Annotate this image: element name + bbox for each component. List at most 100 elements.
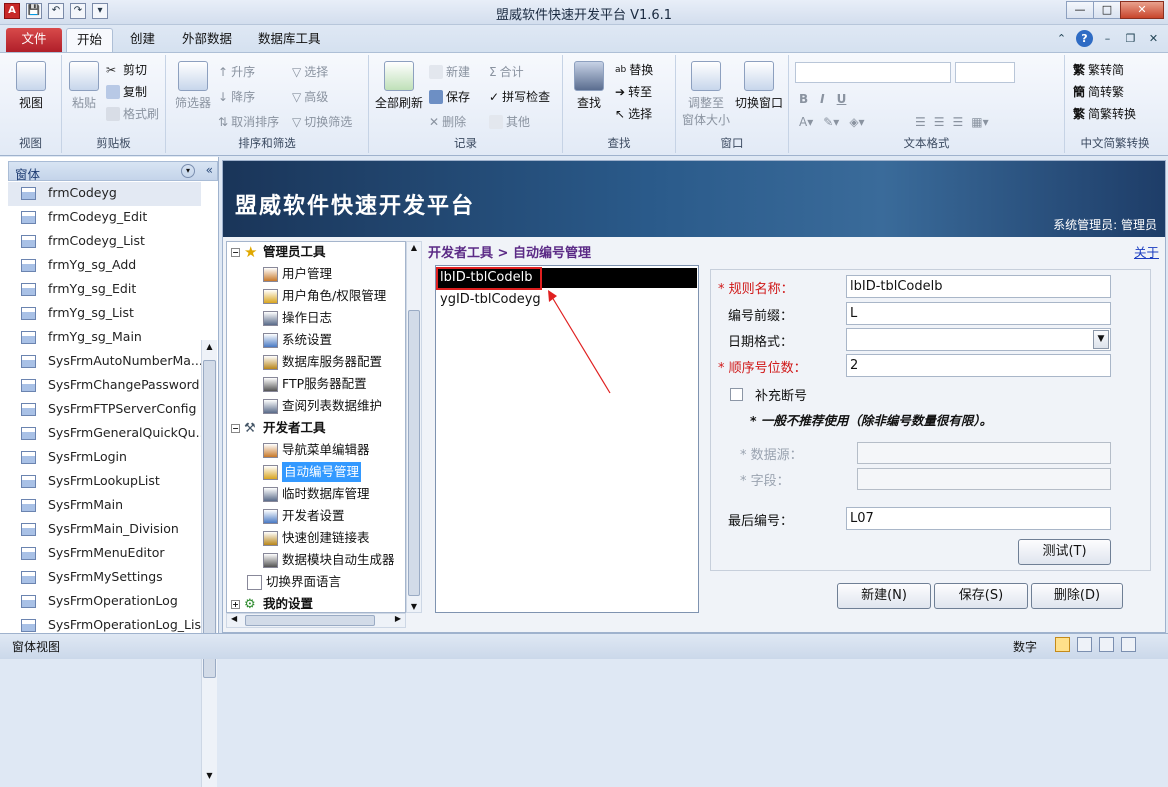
nav-item[interactable]: SysFrmMySettings <box>8 566 201 590</box>
tab-home[interactable]: 开始 <box>66 28 114 52</box>
filter-button[interactable]: 筛选器 <box>172 61 214 111</box>
form-view-icon[interactable] <box>1055 637 1070 652</box>
font-color-icon[interactable]: A▾ <box>799 115 813 129</box>
nav-item[interactable]: SysFrmMain <box>8 494 201 518</box>
rule-name-input[interactable]: lbID-tblCodelb <box>846 275 1111 298</box>
nav-item[interactable]: SysFrmChangePassword <box>8 374 201 398</box>
nav-item[interactable]: SysFrmAutoNumberMa... <box>8 350 203 374</box>
rule-list[interactable]: lbID-tblCodelb ygID-tblCodeyg <box>435 265 699 613</box>
minimize-button[interactable]: — <box>1066 1 1094 19</box>
test-button[interactable]: 测试(T) <box>1018 539 1111 565</box>
font-size-combo[interactable] <box>955 62 1015 83</box>
view-button[interactable]: 视图 <box>12 61 50 111</box>
new-button[interactable]: 新建(N) <box>837 583 931 609</box>
goto-button[interactable]: ➔ 转至 <box>615 83 652 100</box>
collapse-icon[interactable]: − <box>231 247 240 257</box>
fill-color-icon[interactable]: ◈▾ <box>849 115 864 129</box>
tree-item[interactable]: 用户管理 <box>263 264 332 284</box>
copy-button[interactable]: 复制 <box>106 83 147 100</box>
align-left-icon[interactable]: ☰ <box>915 115 926 129</box>
tree-item[interactable]: FTP服务器配置 <box>263 374 367 394</box>
delete-record-button[interactable]: ✕ 删除 <box>429 113 466 130</box>
fill-gaps-checkbox[interactable] <box>730 388 743 401</box>
sort-asc-button[interactable]: ↑ 升序 <box>218 63 255 80</box>
tree-scrollbar[interactable]: ▲ ▼ <box>406 241 422 613</box>
cut-button[interactable]: ✂ 剪切 <box>106 61 147 78</box>
tree-item-language[interactable]: 切换界面语言 <box>247 572 341 592</box>
s2t-button[interactable]: 簡简转繁 <box>1073 83 1124 100</box>
tree-group-admin[interactable]: − ★ 管理员工具 <box>231 242 326 262</box>
size-to-fit-button[interactable]: 调整至 窗体大小 <box>682 61 730 128</box>
tree-group-dev[interactable]: − ⚒ 开发者工具 <box>231 418 326 438</box>
layout-view-icon[interactable] <box>1099 637 1114 652</box>
doc-close-icon[interactable]: ✕ <box>1145 30 1162 47</box>
collapse-icon[interactable]: − <box>231 423 240 433</box>
maximize-button[interactable]: □ <box>1093 1 1121 19</box>
nav-item[interactable]: SysFrmMain_Division <box>8 518 201 542</box>
s2t-alt-button[interactable]: 繁简繁转换 <box>1073 105 1136 122</box>
align-center-icon[interactable]: ☰ <box>934 115 945 129</box>
t2s-button[interactable]: 繁繁转简 <box>1073 61 1124 78</box>
tree-item[interactable]: 用户角色/权限管理 <box>263 286 386 306</box>
more-records-button[interactable]: 其他 <box>489 113 530 130</box>
nav-item[interactable]: SysFrmLogin <box>8 446 201 470</box>
tree-item[interactable]: 自动编号管理 <box>263 462 362 482</box>
selection-button[interactable]: ▽ 选择 <box>292 63 328 80</box>
nav-menu-chevron-icon[interactable]: ▾ <box>181 164 195 178</box>
save-record-button[interactable]: 保存 <box>429 88 470 105</box>
new-record-button[interactable]: 新建 <box>429 63 470 80</box>
tab-database-tools[interactable]: 数据库工具 <box>248 28 331 52</box>
nav-item[interactable]: frmYg_sg_Add <box>8 254 201 278</box>
tab-create[interactable]: 创建 <box>120 28 165 52</box>
toggle-filter-button[interactable]: ▽ 切换筛选 <box>292 113 352 130</box>
underline-button[interactable]: U <box>837 92 847 106</box>
nav-scrollbar[interactable]: ▲ ▼ <box>201 340 217 787</box>
highlight-icon[interactable]: ✎▾ <box>823 115 839 129</box>
select-button[interactable]: ↖ 选择 <box>615 105 652 122</box>
design-view-icon[interactable] <box>1121 637 1136 652</box>
tab-external-data[interactable]: 外部数据 <box>172 28 242 52</box>
totals-button[interactable]: Σ 合计 <box>489 63 524 80</box>
last-number-input[interactable]: L07 <box>846 507 1111 530</box>
doc-minimize-icon[interactable]: – <box>1099 30 1116 47</box>
tree-item[interactable]: 临时数据库管理 <box>263 484 370 504</box>
tree-item[interactable]: 查阅列表数据维护 <box>263 396 382 416</box>
collapse-nav-icon[interactable]: « <box>206 163 213 177</box>
tree-item[interactable]: 系统设置 <box>263 330 332 350</box>
datasheet-view-icon[interactable] <box>1077 637 1092 652</box>
nav-item[interactable]: frmYg_sg_Edit <box>8 278 201 302</box>
paste-button[interactable]: 粘贴 <box>66 61 102 111</box>
tree-item[interactable]: 开发者设置 <box>263 506 345 526</box>
refresh-all-button[interactable]: 全部刷新 <box>373 61 425 111</box>
switch-windows-button[interactable]: 切换窗口 <box>732 61 786 111</box>
doc-restore-icon[interactable]: ❐ <box>1122 30 1139 47</box>
close-link[interactable]: 关于 <box>1134 242 1159 261</box>
tree-item[interactable]: 数据库服务器配置 <box>263 352 382 372</box>
help-icon[interactable]: ? <box>1076 30 1093 47</box>
tab-file[interactable]: 文件 <box>6 28 62 52</box>
nav-header[interactable]: 窗体 ▾ « <box>8 161 218 182</box>
minimize-ribbon-icon[interactable]: ⌃ <box>1053 30 1070 47</box>
nav-item[interactable]: frmYg_sg_List <box>8 302 201 326</box>
tree-item[interactable]: 导航菜单编辑器 <box>263 440 370 460</box>
replace-button[interactable]: ab 替换 <box>615 61 653 78</box>
seq-digits-input[interactable]: 2 <box>846 354 1111 377</box>
sort-desc-button[interactable]: ↓ 降序 <box>218 88 255 105</box>
nav-item[interactable]: frmCodeyg_List <box>8 230 201 254</box>
nav-item[interactable]: SysFrmMenuEditor <box>8 542 201 566</box>
nav-item[interactable]: SysFrmGeneralQuickQu... <box>8 422 208 446</box>
chevron-down-icon[interactable]: ▼ <box>1093 330 1109 349</box>
format-painter-button[interactable]: 格式刷 <box>106 105 159 122</box>
date-format-select[interactable]: ▼ <box>846 328 1111 351</box>
delete-button[interactable]: 删除(D) <box>1031 583 1123 609</box>
bold-button[interactable]: B <box>799 92 808 106</box>
nav-item[interactable]: SysFrmFTPServerConfig <box>8 398 201 422</box>
nav-item[interactable]: frmCodeyg <box>8 182 201 206</box>
nav-item[interactable]: SysFrmOperationLog <box>8 590 201 614</box>
italic-button[interactable]: I <box>820 92 824 106</box>
clear-sort-button[interactable]: ⇅ 取消排序 <box>218 113 279 130</box>
advanced-filter-button[interactable]: ▽ 高级 <box>292 88 328 105</box>
tree-item[interactable]: 快速创建链接表 <box>263 528 370 548</box>
nav-item[interactable]: frmCodeyg_Edit <box>8 206 201 230</box>
nav-item[interactable]: frmYg_sg_Main <box>8 326 201 350</box>
